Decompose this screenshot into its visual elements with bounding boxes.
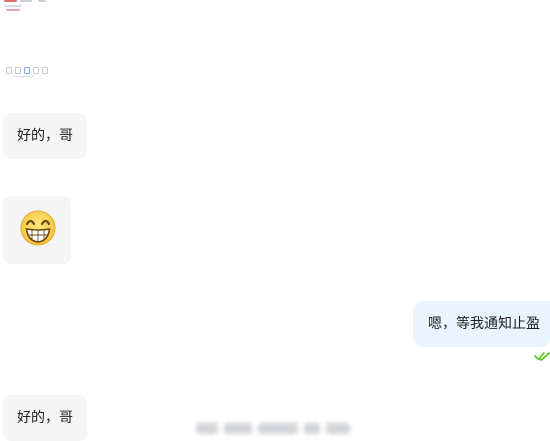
mini-box-icon (6, 66, 12, 74)
grinning-face-icon (18, 208, 58, 248)
mini-box-icon (24, 66, 30, 74)
message-bubble-incoming[interactable]: 好的，哥 (3, 113, 87, 159)
image-thumbnail[interactable] (4, 0, 46, 11)
sticker-bubble-incoming[interactable] (3, 196, 71, 264)
message-bubble-outgoing[interactable]: 嗯，等我通知止盈 (413, 301, 550, 347)
message-bubble-incoming[interactable]: 好的，哥 (3, 395, 87, 441)
mini-box-icon (15, 66, 21, 74)
chat-message-list: 好的，哥 嗯，等我通知止盈 好的，哥 (0, 0, 550, 441)
mini-box-icon (42, 66, 48, 74)
image-fragment (6, 65, 48, 75)
mini-box-icon (33, 66, 39, 74)
blurred-notice (196, 419, 352, 439)
message-text: 好的，哥 (17, 410, 73, 426)
image-fragment-underline (14, 76, 34, 77)
message-text: 嗯，等我通知止盈 (428, 316, 540, 332)
double-check-icon (534, 347, 550, 361)
message-text: 好的，哥 (17, 128, 73, 144)
